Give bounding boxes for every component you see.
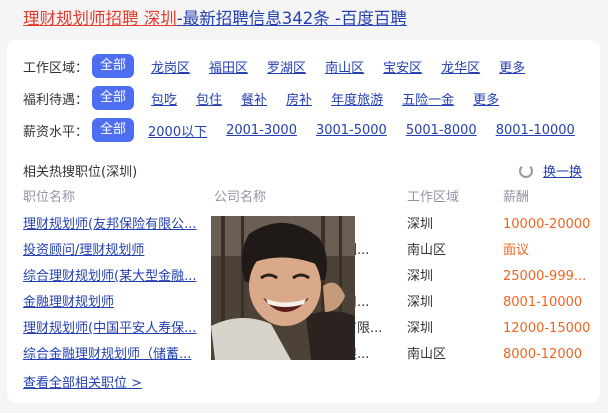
- filter-label: 福利待遇：: [23, 92, 89, 108]
- result-card: 工作区域： 全部 龙岗区 福田区 罗湖区 南山区 宝安区 龙华区 更多 福利待遇…: [7, 40, 600, 403]
- salary: 8000-12000: [503, 347, 583, 362]
- salary: 12000-15000: [503, 321, 591, 336]
- filter-option[interactable]: 房补: [286, 89, 312, 108]
- job-title-link[interactable]: 综合金融理财规划师（储蓄...: [23, 346, 201, 364]
- salary: 25000-999...: [503, 269, 587, 284]
- refresh-button[interactable]: 换一换: [519, 161, 582, 180]
- filter-option[interactable]: 宝安区: [383, 57, 422, 76]
- filter-option-more[interactable]: 更多: [473, 89, 499, 108]
- filter-option[interactable]: 龙华区: [441, 57, 480, 76]
- work-area: 深圳: [407, 269, 434, 284]
- result-title[interactable]: 理财规划师招聘 深圳-最新招聘信息342条 -百度百聘: [23, 9, 407, 29]
- column-header-area: 工作区域: [407, 190, 460, 205]
- filter-option[interactable]: 包吃: [151, 89, 177, 108]
- filter-option[interactable]: 罗湖区: [267, 57, 306, 76]
- work-area: 深圳: [407, 321, 434, 336]
- filter-option[interactable]: 福田区: [209, 57, 248, 76]
- job-title-link[interactable]: 理财规划师(中国平安人寿保...: [23, 320, 201, 338]
- filter-row-salary: 薪资水平： 全部 2000以下 2001-3000 3001-5000 5001…: [23, 118, 575, 142]
- laughing-man-image: [211, 216, 355, 360]
- refresh-label[interactable]: 换一换: [543, 161, 582, 180]
- column-header-salary: 薪酬: [503, 190, 530, 205]
- filter-option[interactable]: 餐补: [241, 89, 267, 108]
- filter-option[interactable]: 五险一金: [402, 89, 454, 108]
- result-title-rest[interactable]: -最新招聘信息342条 -百度百聘: [177, 9, 407, 28]
- column-header-title: 职位名称: [23, 190, 76, 205]
- filter-label: 薪资水平：: [23, 124, 89, 140]
- column-header-company: 公司名称: [214, 190, 267, 205]
- work-area: 南山区: [407, 243, 447, 258]
- job-title-link[interactable]: 金融理财规划师: [23, 294, 201, 312]
- filter-option-all[interactable]: 全部: [92, 118, 135, 142]
- refresh-icon: [519, 163, 533, 178]
- filter-option[interactable]: 8001-10000: [496, 123, 575, 138]
- filter-option-more[interactable]: 更多: [499, 57, 525, 76]
- salary: 10000-20000: [503, 217, 591, 232]
- job-title-link[interactable]: 理财规划师(友邦保险有限公...: [23, 216, 201, 234]
- filter-option[interactable]: 3001-5000: [316, 123, 387, 138]
- result-title-query[interactable]: 理财规划师招聘 深圳: [23, 9, 177, 28]
- salary: 8001-10000: [503, 295, 583, 310]
- filter-row-benefits: 福利待遇： 全部 包吃 包住 餐补 房补 年度旅游 五险一金 更多: [23, 86, 499, 110]
- filter-label: 工作区域：: [23, 60, 89, 76]
- filter-row-area: 工作区域： 全部 龙岗区 福田区 罗湖区 南山区 宝安区 龙华区 更多: [23, 54, 525, 78]
- work-area: 深圳: [407, 217, 434, 232]
- view-all-jobs-link[interactable]: 查看全部相关职位 >: [23, 372, 142, 391]
- work-area: 深圳: [407, 295, 434, 310]
- filter-option[interactable]: 2001-3000: [226, 123, 297, 138]
- filter-option-all[interactable]: 全部: [92, 54, 135, 78]
- overlay-photo: [211, 216, 355, 360]
- filter-option[interactable]: 年度旅游: [331, 89, 383, 108]
- section-title: 相关热搜职位(深圳): [23, 165, 138, 180]
- work-area: 南山区: [407, 347, 447, 362]
- filter-option[interactable]: 5001-8000: [406, 123, 477, 138]
- filter-option[interactable]: 南山区: [325, 57, 364, 76]
- filter-option[interactable]: 龙岗区: [151, 57, 190, 76]
- job-title-link[interactable]: 投资顾问/理财规划师: [23, 242, 201, 260]
- filter-option[interactable]: 包住: [196, 89, 222, 108]
- salary: 面议: [503, 243, 530, 258]
- job-title-link[interactable]: 综合理财规划师(某大型金融...: [23, 268, 201, 286]
- filter-option-all[interactable]: 全部: [92, 86, 135, 110]
- filter-option[interactable]: 2000以下: [148, 121, 207, 140]
